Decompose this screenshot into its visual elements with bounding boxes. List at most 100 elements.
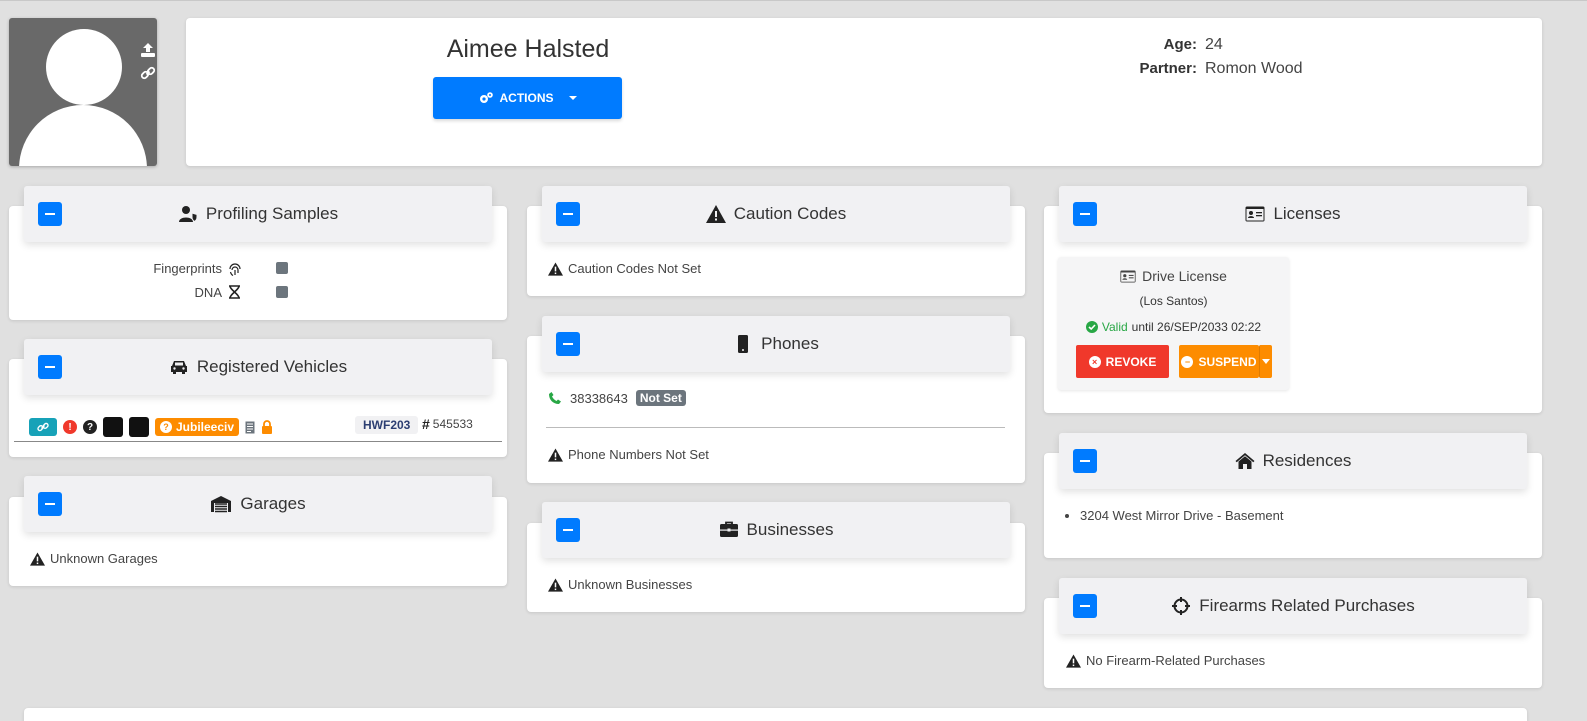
garages-empty: Unknown Garages: [30, 551, 158, 566]
warning-icon: [548, 447, 563, 462]
upload-icon[interactable]: [140, 42, 157, 60]
caution-header: Caution Codes: [542, 186, 1010, 242]
times-circle-icon: ×: [1088, 355, 1101, 368]
revoke-label: REVOKE: [1105, 354, 1157, 369]
firearms-collapse-button[interactable]: [1073, 594, 1097, 618]
avatar-head-shape: [46, 29, 122, 105]
profile-header-card: [186, 18, 1542, 166]
caution-title: Caution Codes: [733, 204, 847, 223]
vehicle-number-value: 545533: [432, 417, 473, 431]
fingerprint-icon: [229, 263, 241, 276]
home-icon: [1235, 453, 1255, 469]
garages-title: Garages: [240, 494, 306, 513]
actions-button[interactable]: ACTIONS: [433, 77, 622, 119]
warning-icon: [1066, 653, 1081, 668]
profile-name: Aimee Halsted: [446, 35, 610, 63]
dna-icon: [229, 285, 240, 299]
license-name: Drive License: [1142, 268, 1227, 284]
phones-empty-text: Phone Numbers Not Set: [568, 447, 709, 462]
caution-empty-text: Caution Codes Not Set: [568, 261, 701, 276]
firearms-title: Firearms Related Purchases: [1199, 596, 1415, 615]
warning-icon: [548, 261, 563, 276]
residences-header: Residences: [1059, 433, 1527, 489]
car-icon: [170, 361, 187, 374]
briefcase-icon: [719, 521, 738, 537]
phones-collapse-button[interactable]: [556, 332, 580, 356]
vehicle-model-badge: ? Jubileeciv: [155, 418, 240, 436]
cogs-icon: [479, 92, 493, 103]
alert-icon: !: [63, 420, 77, 434]
question-icon: ?: [83, 420, 97, 434]
suspend-button[interactable]: − SUSPEND: [1179, 345, 1259, 378]
vehicle-link-badge[interactable]: [29, 418, 57, 436]
vehicles-title: Registered Vehicles: [196, 357, 348, 376]
phones-empty: Phone Numbers Not Set: [548, 447, 709, 462]
profiling-collapse-button[interactable]: [38, 202, 62, 226]
fingerprints-label: Fingerprints: [153, 261, 222, 276]
partner-row: Partner: Romon Wood: [1137, 60, 1303, 78]
profile-avatar: [9, 18, 157, 166]
residences-collapse-button[interactable]: [1073, 449, 1097, 473]
phone-row: 38338643 Not Set: [548, 390, 686, 406]
warning-icon: [548, 577, 563, 592]
garages-collapse-button[interactable]: [38, 492, 62, 516]
receipt-icon: [245, 421, 255, 433]
warehouse-icon: [211, 496, 232, 513]
dna-label: DNA: [194, 285, 222, 300]
partner-label: Partner:: [1139, 60, 1197, 77]
revoke-button[interactable]: × REVOKE: [1076, 345, 1169, 378]
vehicle-number: # 545533: [422, 416, 473, 432]
vehicle-color-primary: [103, 417, 123, 437]
firearms-empty-text: No Firearm-Related Purchases: [1086, 653, 1266, 668]
licenses-header: Licenses: [1059, 186, 1527, 242]
vehicle-model-label: Jubileeciv: [176, 420, 235, 434]
caution-empty: Caution Codes Not Set: [548, 261, 701, 276]
warning-icon: [30, 551, 45, 566]
license-name-row: Drive License: [1058, 268, 1289, 284]
check-circle-icon: [1085, 321, 1098, 333]
license-valid-label: Valid: [1101, 320, 1128, 334]
businesses-empty-text: Unknown Businesses: [568, 577, 693, 592]
user-shield-icon: [178, 206, 198, 223]
vehicles-collapse-button[interactable]: [38, 355, 62, 379]
suspend-dropdown-toggle[interactable]: [1259, 345, 1272, 378]
vehicle-row[interactable]: ! ? ? Jubileeciv: [29, 417, 273, 437]
caret-down-icon: [568, 96, 577, 100]
caution-collapse-button[interactable]: [556, 202, 580, 226]
caret-down-icon: [1262, 359, 1270, 364]
vehicle-color-secondary: [129, 417, 149, 437]
actions-label: ACTIONS: [499, 91, 554, 105]
lock-icon: [262, 420, 273, 434]
license-validity: Valid until 26/SEP/2033 02:22: [1058, 320, 1289, 334]
garages-empty-text: Unknown Garages: [50, 551, 158, 566]
dna-checkbox[interactable]: [276, 286, 288, 298]
residences-title: Residences: [1262, 451, 1352, 470]
partner-value: Romon Wood: [1205, 60, 1303, 77]
residence-item: 3204 West Mirror Drive - Basement: [1080, 508, 1284, 523]
license-region: (Los Santos): [1139, 294, 1208, 308]
link-icon: [37, 422, 49, 432]
fingerprints-checkbox[interactable]: [276, 262, 288, 274]
license-valid-until: until 26/SEP/2033 02:22: [1131, 320, 1262, 334]
bottom-card-partial: [24, 708, 1527, 721]
phones-title: Phones: [761, 334, 819, 353]
businesses-collapse-button[interactable]: [556, 518, 580, 542]
profiling-header: Profiling Samples: [24, 186, 492, 242]
mobile-icon: [738, 335, 749, 353]
id-card-icon: [1120, 270, 1136, 282]
licenses-collapse-button[interactable]: [1073, 202, 1097, 226]
link-icon[interactable]: [140, 65, 157, 83]
age-row: Age: 24: [1137, 36, 1223, 54]
phone-status-badge: Not Set: [635, 390, 686, 406]
businesses-empty: Unknown Businesses: [548, 577, 692, 592]
vehicle-row-divider: [14, 441, 502, 442]
suspend-label: SUSPEND: [1198, 354, 1257, 369]
age-label: Age:: [1163, 36, 1197, 53]
minus-circle-icon: −: [1181, 355, 1194, 368]
profiling-title: Profiling Samples: [205, 204, 339, 223]
businesses-title: Businesses: [746, 520, 834, 539]
businesses-header: Businesses: [542, 502, 1010, 558]
avatar-body-shape: [19, 105, 147, 166]
question-icon: ?: [160, 421, 172, 433]
phones-header: Phones: [542, 316, 1010, 372]
